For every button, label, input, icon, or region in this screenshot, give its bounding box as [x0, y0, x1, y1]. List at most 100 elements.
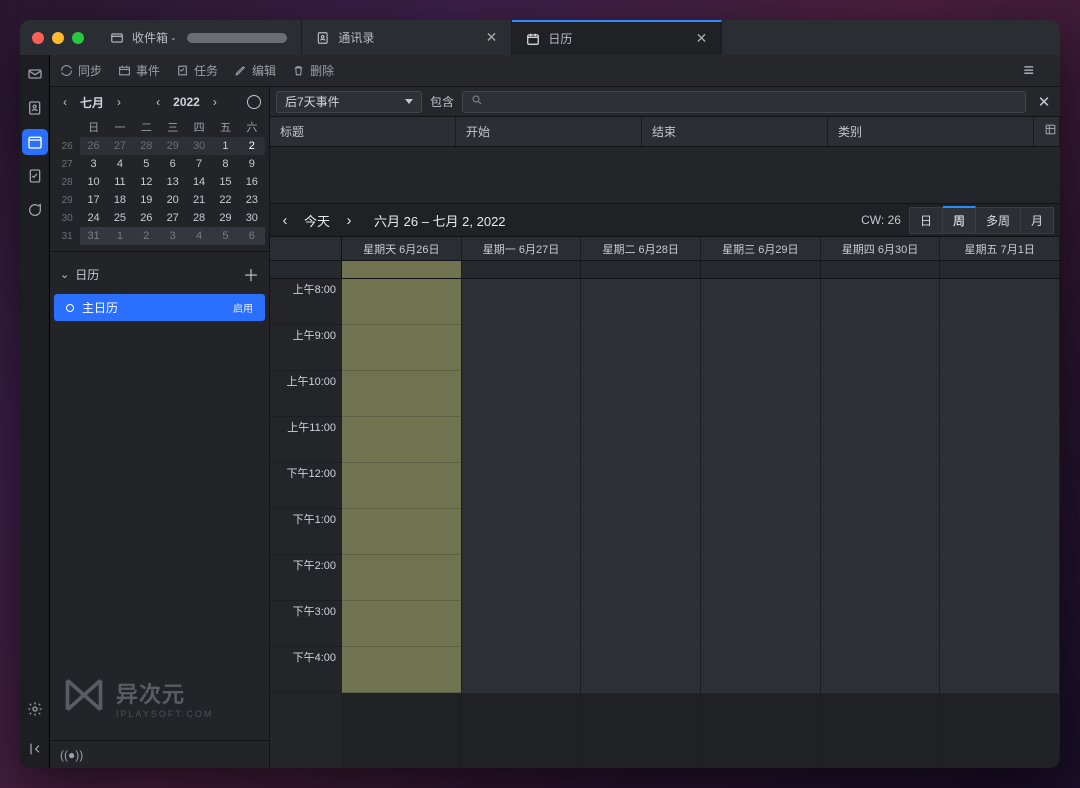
clear-search-button[interactable]: ✕ — [1034, 93, 1054, 111]
mini-cal-day[interactable]: 16 — [239, 173, 265, 191]
day-header[interactable]: 星期一 6月27日 — [462, 237, 582, 260]
view-month-button[interactable]: 月 — [1021, 207, 1054, 234]
day-column[interactable] — [940, 279, 1060, 768]
mini-cal-day[interactable]: 29 — [160, 137, 186, 155]
time-cell[interactable] — [462, 463, 581, 509]
allday-cell[interactable] — [342, 261, 462, 278]
mini-cal-day[interactable]: 28 — [186, 209, 212, 227]
time-cell[interactable] — [940, 463, 1059, 509]
close-tab-icon[interactable]: ✕ — [686, 30, 708, 47]
rail-tasks[interactable] — [22, 163, 48, 189]
mini-cal-day[interactable]: 4 — [186, 227, 212, 245]
calendar-item-main[interactable]: 主日历 启用 — [54, 294, 265, 321]
mini-cal-day[interactable]: 6 — [160, 155, 186, 173]
tab-inbox[interactable]: 收件箱 - — [96, 20, 302, 55]
today-button[interactable] — [245, 93, 263, 111]
time-cell[interactable] — [701, 555, 820, 601]
time-cell[interactable] — [821, 279, 940, 325]
time-cell[interactable] — [821, 463, 940, 509]
search-input[interactable] — [462, 91, 1026, 113]
time-cell[interactable] — [701, 371, 820, 417]
time-cell[interactable] — [701, 463, 820, 509]
prev-week-button[interactable]: ‹ — [276, 212, 294, 229]
mini-cal-day[interactable]: 22 — [212, 191, 238, 209]
close-tab-icon[interactable]: ✕ — [476, 29, 498, 46]
time-cell[interactable] — [821, 601, 940, 647]
sync-button[interactable]: 同步 — [60, 62, 102, 79]
time-cell[interactable] — [940, 371, 1059, 417]
broadcast-icon[interactable]: ((●)) — [60, 748, 83, 762]
time-cell[interactable] — [342, 463, 461, 509]
time-cell[interactable] — [581, 463, 700, 509]
col-category[interactable]: 类别 — [828, 117, 1034, 146]
time-cell[interactable] — [940, 555, 1059, 601]
mini-cal-day[interactable]: 2 — [133, 227, 159, 245]
time-cell[interactable] — [940, 279, 1059, 325]
time-cell[interactable] — [701, 601, 820, 647]
time-cell[interactable] — [462, 601, 581, 647]
mini-cal-day[interactable]: 29 — [212, 209, 238, 227]
mini-cal-day[interactable]: 30 — [186, 137, 212, 155]
time-cell[interactable] — [581, 647, 700, 693]
time-cell[interactable] — [940, 417, 1059, 463]
edit-button[interactable]: 编辑 — [234, 62, 276, 79]
time-cell[interactable] — [701, 509, 820, 555]
rail-calendar[interactable] — [22, 129, 48, 155]
mini-cal-day[interactable]: 2 — [239, 137, 265, 155]
mini-cal-day[interactable]: 23 — [239, 191, 265, 209]
time-cell[interactable] — [821, 417, 940, 463]
mini-cal-day[interactable]: 13 — [160, 173, 186, 191]
mini-cal-day[interactable]: 15 — [212, 173, 238, 191]
day-header[interactable]: 星期三 6月29日 — [701, 237, 821, 260]
mini-cal-day[interactable]: 11 — [107, 173, 133, 191]
mini-cal-day[interactable]: 8 — [212, 155, 238, 173]
delete-button[interactable]: 删除 — [292, 62, 334, 79]
view-multiweek-button[interactable]: 多周 — [976, 207, 1021, 234]
day-column[interactable] — [701, 279, 821, 768]
add-calendar-button[interactable]: ＋ — [243, 262, 259, 286]
mini-cal-day[interactable]: 26 — [80, 137, 106, 155]
time-cell[interactable] — [701, 647, 820, 693]
filter-dropdown[interactable]: 后7天事件 — [276, 91, 422, 113]
time-cell[interactable] — [342, 555, 461, 601]
time-cell[interactable] — [940, 509, 1059, 555]
prev-month-button[interactable]: ‹ — [56, 93, 74, 111]
time-cell[interactable] — [462, 555, 581, 601]
rail-settings[interactable] — [22, 696, 48, 722]
time-cell[interactable] — [581, 417, 700, 463]
mini-cal-day[interactable]: 21 — [186, 191, 212, 209]
day-header[interactable]: 星期天 6月26日 — [342, 237, 462, 260]
allday-cell[interactable] — [701, 261, 821, 278]
time-cell[interactable] — [701, 279, 820, 325]
mini-cal-day[interactable]: 27 — [160, 209, 186, 227]
mini-cal-day[interactable]: 17 — [80, 191, 106, 209]
time-cell[interactable] — [821, 647, 940, 693]
mini-cal-day[interactable]: 5 — [133, 155, 159, 173]
mini-cal-day[interactable]: 30 — [239, 209, 265, 227]
mini-cal-day[interactable]: 18 — [107, 191, 133, 209]
mini-cal-day[interactable]: 9 — [239, 155, 265, 173]
time-cell[interactable] — [462, 417, 581, 463]
col-picker-button[interactable] — [1034, 117, 1060, 146]
day-header[interactable]: 星期四 6月30日 — [821, 237, 941, 260]
day-column[interactable] — [342, 279, 462, 768]
mini-cal-day[interactable]: 3 — [160, 227, 186, 245]
time-grid[interactable]: 上午8:00上午9:00上午10:00上午11:00下午12:00下午1:00下… — [270, 279, 1060, 768]
time-cell[interactable] — [821, 325, 940, 371]
day-header[interactable]: 星期二 6月28日 — [581, 237, 701, 260]
time-cell[interactable] — [701, 417, 820, 463]
allday-cell[interactable] — [462, 261, 582, 278]
time-cell[interactable] — [821, 555, 940, 601]
next-week-button[interactable]: › — [340, 212, 358, 229]
rail-chat[interactable] — [22, 197, 48, 223]
mini-cal-day[interactable]: 28 — [133, 137, 159, 155]
time-cell[interactable] — [581, 509, 700, 555]
time-cell[interactable] — [581, 325, 700, 371]
time-cell[interactable] — [462, 509, 581, 555]
today-button[interactable]: 今天 — [304, 211, 330, 230]
mini-cal-day[interactable]: 1 — [107, 227, 133, 245]
rail-mail[interactable] — [22, 61, 48, 87]
time-cell[interactable] — [462, 325, 581, 371]
rail-collapse[interactable] — [22, 736, 48, 762]
time-cell[interactable] — [342, 371, 461, 417]
